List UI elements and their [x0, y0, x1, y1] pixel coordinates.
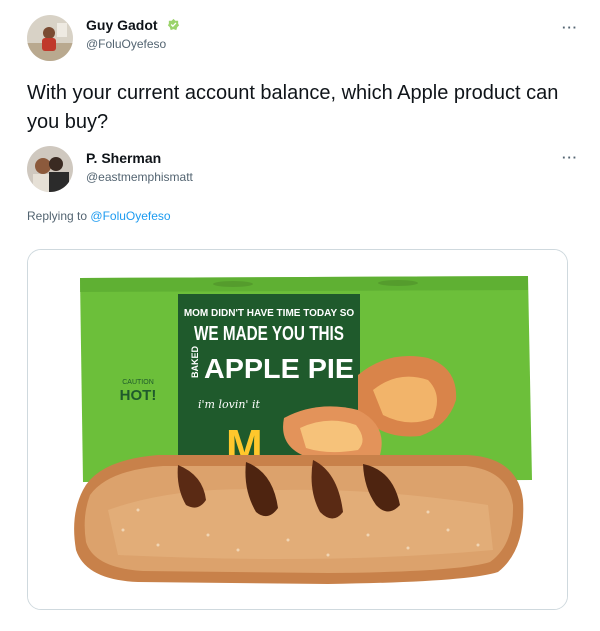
- replying-to-link[interactable]: @FoluOyefeso: [90, 209, 170, 223]
- replying-prefix: Replying to: [27, 209, 88, 223]
- box-caution: CAUTION: [122, 379, 154, 386]
- author-avatar[interactable]: [27, 15, 73, 61]
- reply-more-icon[interactable]: ···: [562, 150, 578, 165]
- box-line2: WE MADE YOU THIS: [194, 323, 344, 345]
- box-hot: HOT!: [120, 387, 157, 404]
- verified-badge-icon: [167, 18, 180, 31]
- reply-author-name[interactable]: P. Sherman: [86, 150, 161, 166]
- replying-to: Replying to @FoluOyefeso: [27, 209, 171, 223]
- tweet-text: With your current account balance, which…: [27, 82, 559, 133]
- reply-author-avatar[interactable]: [27, 146, 73, 192]
- media-image[interactable]: MOM DIDN'T HAVE TIME TODAY SO WE MADE YO…: [27, 249, 568, 610]
- box-line1: MOM DIDN'T HAVE TIME TODAY SO: [184, 308, 355, 319]
- author-name[interactable]: Guy Gadot: [86, 17, 158, 33]
- box-baked: BAKED: [190, 345, 200, 378]
- reply-author-handle[interactable]: @eastmemphismatt: [86, 170, 193, 184]
- box-slogan: i'm lovin' it: [198, 398, 260, 411]
- more-icon[interactable]: ···: [562, 20, 578, 35]
- box-product: APPLE PIE: [204, 353, 354, 384]
- apple-pie-photo: MOM DIDN'T HAVE TIME TODAY SO WE MADE YO…: [28, 250, 567, 609]
- author-handle[interactable]: @FoluOyefeso: [86, 37, 166, 51]
